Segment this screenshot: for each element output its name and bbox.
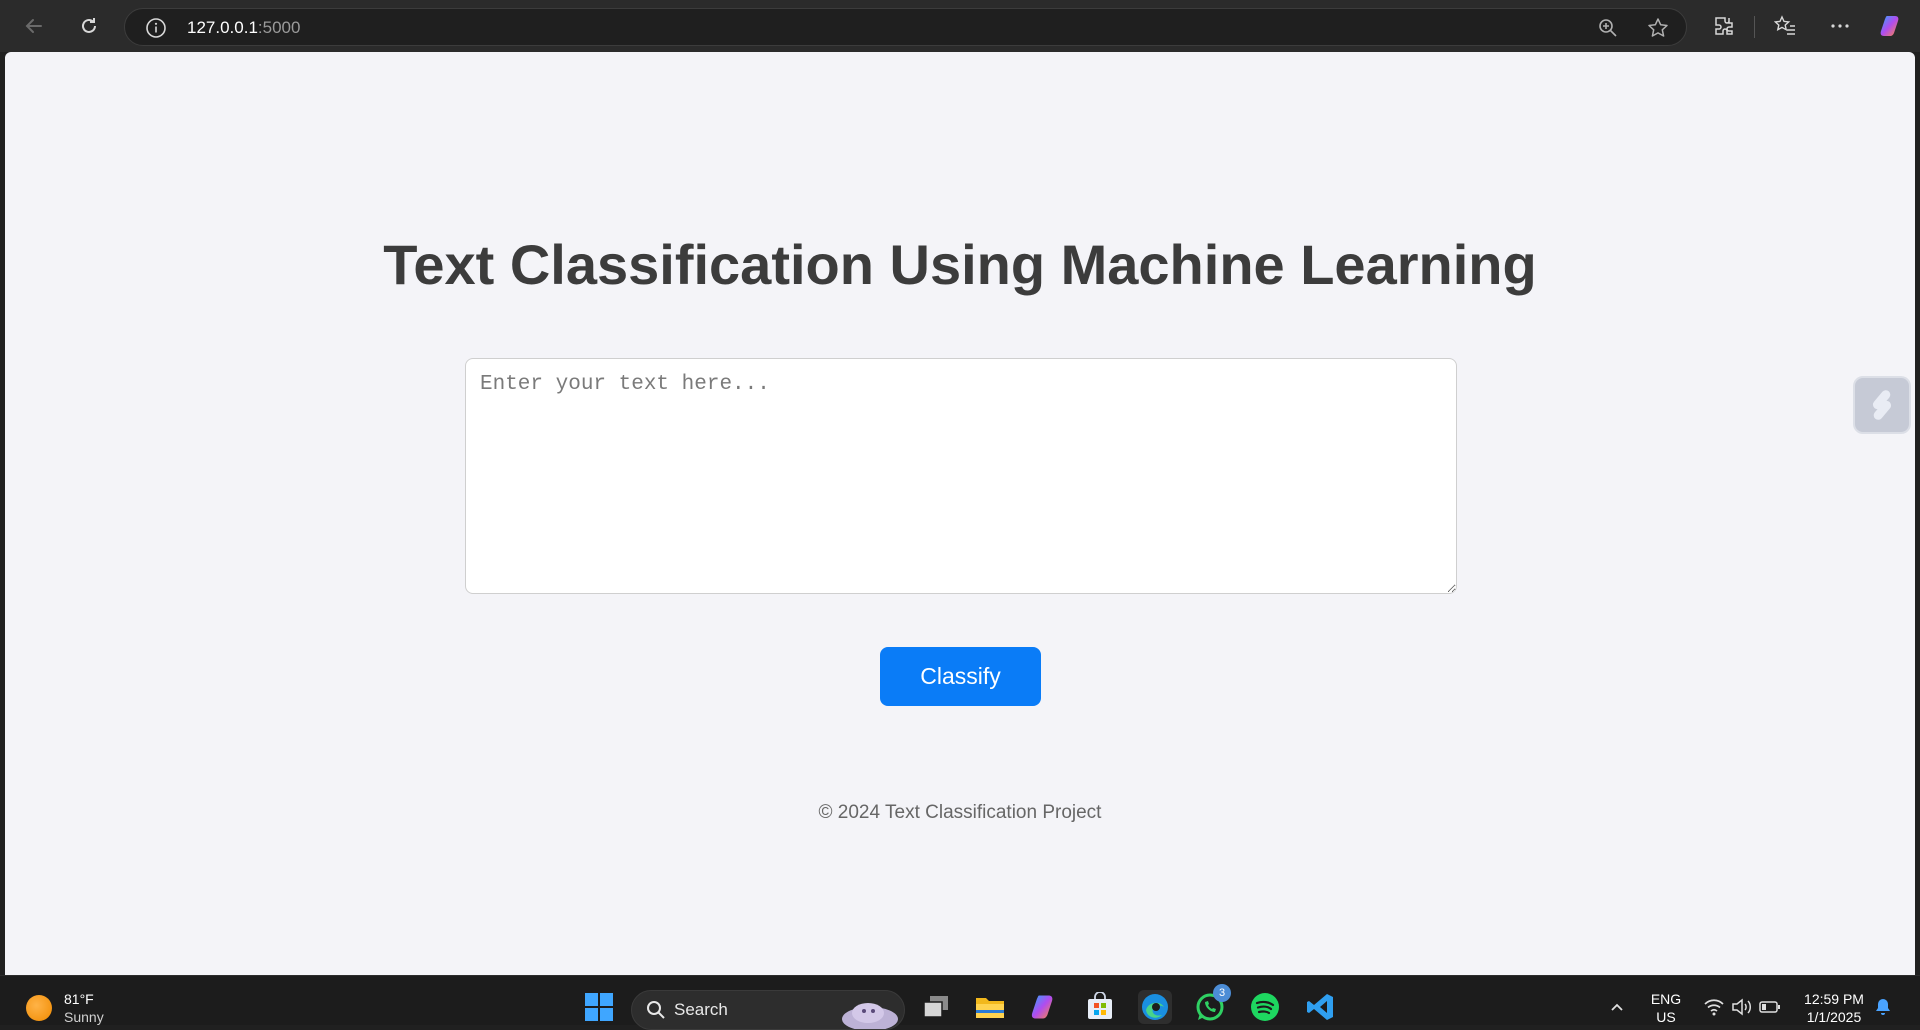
whatsapp-badge: 3 <box>1213 984 1231 1002</box>
toolbar-divider <box>1754 16 1755 38</box>
volume-icon <box>1732 998 1751 1016</box>
site-info-icon[interactable] <box>145 17 167 39</box>
language-primary: ENG <box>1650 991 1682 1007</box>
copilot-taskbar-button[interactable] <box>1028 990 1062 1024</box>
url-text[interactable]: 127.0.0.1:5000 <box>187 9 300 47</box>
copilot-icon <box>1880 16 1899 36</box>
favorite-star-icon[interactable] <box>1647 17 1669 39</box>
extensions-button[interactable] <box>1708 10 1740 42</box>
edge-button[interactable] <box>1138 990 1172 1024</box>
vscode-button[interactable] <box>1303 990 1337 1024</box>
favorites-list-icon <box>1774 15 1795 35</box>
task-view-icon <box>923 996 948 1018</box>
search-label: Search <box>674 1000 728 1019</box>
search-highlight-icon <box>842 1003 898 1029</box>
spotify-icon <box>1251 993 1279 1021</box>
file-explorer-button[interactable] <box>973 990 1007 1024</box>
page-title: Text Classification Using Machine Learni… <box>383 233 1537 296</box>
vscode-icon <box>1307 994 1333 1020</box>
more-options-button[interactable] <box>1824 10 1856 42</box>
sun-icon <box>26 995 52 1021</box>
extensions-icon <box>1715 17 1733 35</box>
system-tray-status[interactable] <box>1697 990 1787 1024</box>
edge-icon <box>1142 994 1168 1020</box>
clock-date: 1/1/2025 <box>1806 1009 1862 1025</box>
clock[interactable]: 12:59 PM 1/1/2025 <box>1796 990 1872 1026</box>
task-view-button[interactable] <box>919 990 953 1024</box>
side-widget-button[interactable] <box>1853 376 1911 434</box>
notification-bell-icon <box>1876 999 1890 1015</box>
notifications-button[interactable] <box>1868 990 1898 1024</box>
text-input[interactable] <box>465 358 1457 594</box>
page-viewport: Text Classification Using Machine Learni… <box>5 52 1915 975</box>
language-secondary: US <box>1656 1009 1676 1025</box>
battery-icon <box>1759 1001 1780 1013</box>
refresh-icon <box>82 18 96 33</box>
search-icon <box>647 1001 665 1019</box>
wifi-icon <box>1704 999 1724 1016</box>
store-button[interactable] <box>1083 990 1117 1024</box>
clock-time: 12:59 PM <box>1804 991 1864 1007</box>
back-button[interactable] <box>18 10 50 42</box>
windows-start-icon <box>585 993 613 1021</box>
address-bar[interactable]: 127.0.0.1:5000 <box>124 8 1687 46</box>
browser-toolbar: 127.0.0.1:5000 <box>0 0 1920 52</box>
store-icon <box>1088 992 1112 1019</box>
footer-copyright: © 2024 Text Classification Project <box>818 802 1102 823</box>
lightning-icon <box>1872 390 1892 420</box>
back-arrow-icon <box>25 19 42 33</box>
file-explorer-icon <box>976 998 1004 1018</box>
favorites-button[interactable] <box>1769 10 1801 42</box>
show-hidden-icons-button[interactable] <box>1600 990 1634 1024</box>
start-button[interactable] <box>582 990 616 1024</box>
refresh-button[interactable] <box>73 10 105 42</box>
copilot-button[interactable] <box>1876 10 1908 42</box>
taskbar-search[interactable]: Search <box>631 990 905 1030</box>
weather-widget[interactable]: 81°F Sunny <box>26 988 104 1028</box>
weather-temperature: 81°F <box>64 991 94 1007</box>
more-options-icon <box>1831 24 1849 28</box>
chevron-up-icon <box>1611 1003 1623 1011</box>
weather-condition: Sunny <box>64 1009 104 1025</box>
windows-taskbar: 81°F Sunny Search 3 ENG US 12:59 PM 1/1/… <box>0 975 1920 1030</box>
spotify-button[interactable] <box>1248 990 1282 1024</box>
whatsapp-button[interactable]: 3 <box>1193 984 1231 1024</box>
language-indicator[interactable]: ENG US <box>1646 990 1686 1026</box>
zoom-icon[interactable] <box>1597 17 1619 39</box>
copilot-icon <box>1031 995 1053 1019</box>
classify-button[interactable]: Classify <box>880 647 1041 706</box>
